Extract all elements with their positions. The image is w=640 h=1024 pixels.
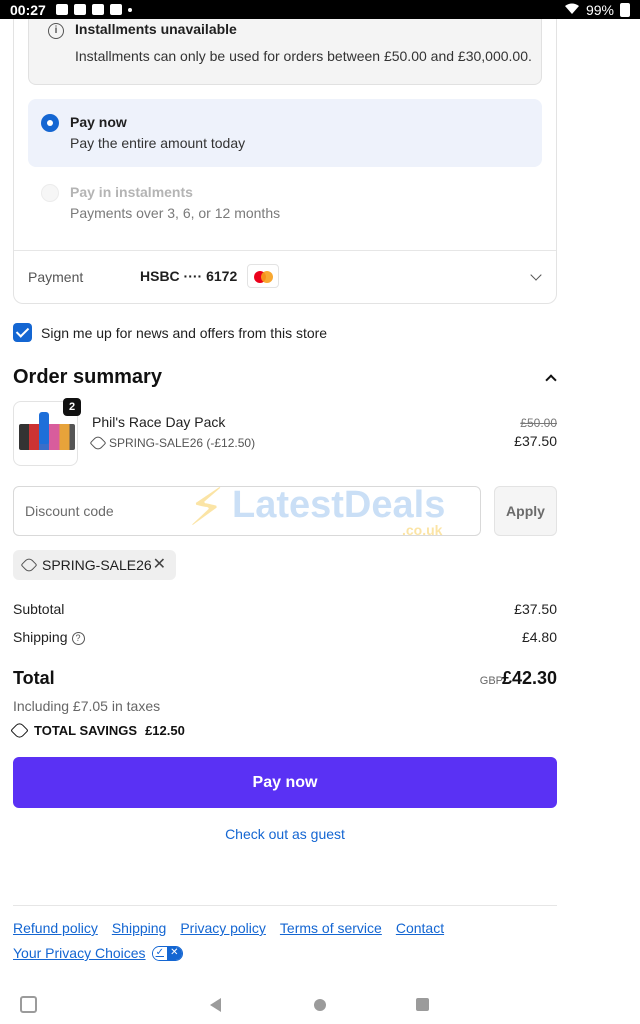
mastercard-icon: [247, 264, 279, 288]
pay-in-instalments-option: Pay in instalments Payments over 3, 6, o…: [28, 169, 542, 229]
info-icon: i: [48, 23, 64, 39]
recent-apps-icon[interactable]: [416, 998, 429, 1011]
footer-divider: [13, 905, 557, 906]
contact-link[interactable]: Contact: [396, 920, 444, 936]
battery-icon: [620, 2, 630, 17]
total-savings-value: £12.50: [145, 723, 185, 738]
wifi-icon: [564, 2, 580, 18]
installments-info-title: Installments unavailable: [75, 21, 237, 37]
chevron-down-icon[interactable]: [530, 269, 542, 281]
shipping-value: £4.80: [521, 629, 557, 645]
shipping-label: Shipping: [13, 629, 68, 645]
help-icon[interactable]: ?: [71, 631, 85, 645]
product-discount: SPRING-SALE26 (-£12.50): [89, 434, 256, 452]
applied-discount-code: SPRING-SALE26: [42, 557, 152, 573]
home-icon[interactable]: [314, 999, 326, 1011]
back-icon[interactable]: [210, 998, 221, 1012]
total-currency: GBP: [479, 675, 503, 687]
notification-icons: [55, 4, 132, 15]
app-notification-icon: [109, 4, 122, 15]
newsletter-label[interactable]: Sign me up for news and offers from this…: [41, 325, 327, 341]
payment-method-label: Payment: [28, 269, 84, 285]
pay-now-option-title: Pay now: [70, 114, 127, 130]
privacy-policy-link[interactable]: Privacy policy: [180, 920, 266, 936]
product-bottle-graphic: [39, 412, 49, 444]
guest-checkout-link[interactable]: Check out as guest: [13, 826, 557, 842]
product-name: Phil's Race Day Pack: [92, 414, 226, 430]
battery-level: 99%: [585, 1, 614, 18]
privacy-options-icon: ✓ ✕: [151, 945, 183, 961]
status-bar: 00:27 99%: [0, 0, 640, 19]
pay-now-button[interactable]: Pay now: [13, 757, 557, 808]
more-notifications-icon: [127, 7, 132, 12]
total-label: Total: [13, 668, 55, 688]
shipping-row: Shipping?: [13, 629, 85, 645]
pay-in-instalments-title: Pay in instalments: [70, 184, 193, 200]
total-value: £42.30: [501, 668, 557, 688]
pay-in-instalments-radio: [41, 184, 59, 202]
privacy-choices-link[interactable]: Your Privacy Choices ✓ ✕: [13, 945, 183, 961]
image-notification-icon: [55, 4, 68, 15]
pay-now-option[interactable]: Pay now Pay the entire amount today: [28, 99, 542, 167]
subtotal-value: £37.50: [514, 601, 557, 617]
pay-in-instalments-subtitle: Payments over 3, 6, or 12 months: [70, 205, 281, 221]
order-summary-title: Order summary: [13, 366, 162, 388]
product-price: £37.50: [514, 433, 557, 449]
terms-of-service-link[interactable]: Terms of service: [280, 920, 382, 936]
total-savings: TOTAL SAVINGS £12.50: [10, 721, 185, 740]
total-savings-label: TOTAL SAVINGS: [34, 723, 138, 738]
pay-now-option-subtitle: Pay the entire amount today: [70, 135, 246, 151]
refund-policy-link[interactable]: Refund policy: [13, 920, 98, 936]
installments-info-box: i Installments unavailable Installments …: [28, 19, 542, 85]
chevron-up-icon[interactable]: [545, 374, 557, 386]
system-navigation-bar: [0, 986, 640, 1024]
status-time: 00:27: [10, 1, 46, 18]
footer-links: Refund policy Shipping Privacy policy Te…: [13, 920, 444, 936]
shipping-link[interactable]: Shipping: [112, 920, 167, 936]
pay-now-radio[interactable]: [41, 114, 59, 132]
savings-tag-icon: [10, 721, 29, 740]
apply-discount-button[interactable]: Apply: [494, 486, 557, 536]
applied-discount-chip: SPRING-SALE26 ✕: [13, 550, 176, 580]
remove-discount-icon[interactable]: ✕: [153, 557, 166, 573]
privacy-choices-text[interactable]: Your Privacy Choices: [13, 945, 146, 961]
product-original-price: £50.00: [520, 416, 557, 430]
subtotal-label: Subtotal: [13, 601, 65, 617]
newsletter-checkbox[interactable]: [13, 323, 32, 342]
saved-card-text: HSBC ···· 6172: [140, 268, 238, 284]
quantity-badge: 2: [63, 398, 81, 416]
installments-info-text: Installments can only be used for orders…: [75, 48, 532, 64]
payment-section: i Installments unavailable Installments …: [13, 19, 557, 304]
discount-code-input[interactable]: [13, 486, 481, 536]
payment-method-selector[interactable]: Payment HSBC ···· 6172: [14, 250, 556, 303]
product-discount-text: SPRING-SALE26 (-£12.50): [109, 436, 256, 450]
tax-note: Including £7.05 in taxes: [13, 698, 161, 714]
tag-icon: [20, 556, 38, 574]
amazon-notification-icon: [91, 4, 104, 15]
mail-notification-icon: [73, 4, 86, 15]
home-screen-icon[interactable]: [20, 996, 37, 1013]
tag-icon: [89, 434, 107, 452]
